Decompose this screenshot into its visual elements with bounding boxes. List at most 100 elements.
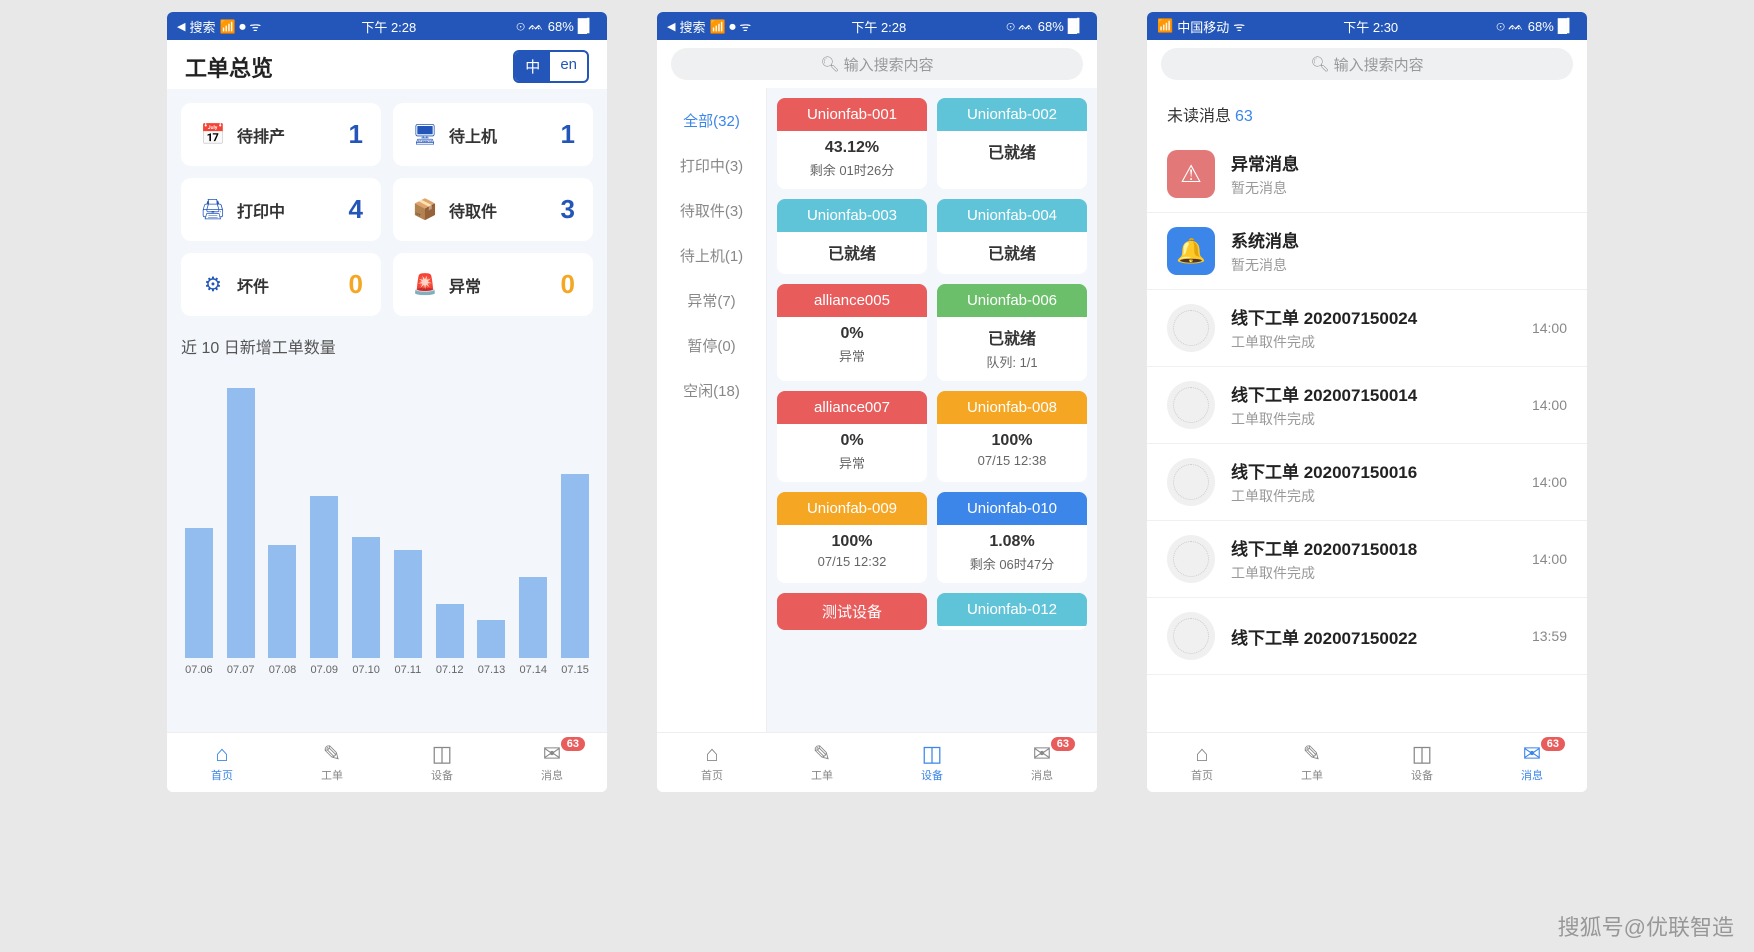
- device-name: Unionfab-002: [937, 98, 1087, 131]
- message-row[interactable]: 线下工单 202007150024 工单取件完成 14:00: [1147, 290, 1587, 367]
- bar: [436, 604, 464, 658]
- tab-工单[interactable]: ✎ 工单: [767, 733, 877, 792]
- filter-item[interactable]: 暂停(0): [657, 323, 766, 368]
- message-row[interactable]: 线下工单 202007150014 工单取件完成 14:00: [1147, 367, 1587, 444]
- stat-icon: 📅: [199, 121, 227, 149]
- lang-zh[interactable]: 中: [515, 52, 550, 81]
- device-sub: 剩余 06时47分: [941, 554, 1083, 573]
- tab-工单[interactable]: ✎ 工单: [277, 733, 387, 792]
- device-name: Unionfab-010: [937, 492, 1087, 525]
- stat-label: 坏件: [237, 273, 269, 297]
- device-card[interactable]: Unionfab-001 43.12%剩余 01时26分: [777, 98, 927, 189]
- filter-item[interactable]: 异常(7): [657, 278, 766, 323]
- lang-en[interactable]: en: [550, 52, 587, 81]
- filter-item[interactable]: 待取件(3): [657, 188, 766, 233]
- avatar-icon: [1167, 304, 1215, 352]
- filter-item[interactable]: 空闲(18): [657, 368, 766, 413]
- stat-icon: 🖨: [199, 196, 227, 224]
- wifi-icon: ᯤ: [1233, 17, 1245, 35]
- device-name: Unionfab-001: [777, 98, 927, 131]
- stat-label: 打印中: [237, 198, 285, 222]
- avatar-icon: [1167, 458, 1215, 506]
- device-status: 100%: [781, 533, 923, 551]
- avatar-icon: [1167, 381, 1215, 429]
- search-input[interactable]: 🔍︎ 输入搜索内容: [1161, 48, 1573, 80]
- tab-icon: ◫: [1412, 743, 1433, 765]
- device-card[interactable]: Unionfab-010 1.08%剩余 06时47分: [937, 492, 1087, 583]
- tab-设备[interactable]: ◫ 设备: [387, 733, 497, 792]
- tab-首页[interactable]: ⌂ 首页: [657, 733, 767, 792]
- tab-icon: ⌂: [1195, 743, 1208, 765]
- tabbar: ⌂ 首页 ✎ 工单 ◫ 设备 63 ✉ 消息: [167, 732, 607, 792]
- device-card[interactable]: Unionfab-002 已就绪: [937, 98, 1087, 189]
- stat-icon: 🚨: [411, 271, 439, 299]
- avatar-icon: [1167, 535, 1215, 583]
- stat-card[interactable]: 🚨异常 0: [393, 253, 593, 316]
- message-sub: 工单取件完成: [1231, 332, 1516, 352]
- stat-label: 待上机: [449, 123, 497, 147]
- device-card[interactable]: alliance005 0%异常: [777, 284, 927, 381]
- tab-label: 消息: [1031, 767, 1053, 783]
- stat-card[interactable]: 🖨打印中 4: [181, 178, 381, 241]
- tab-消息[interactable]: 63 ✉ 消息: [987, 733, 1097, 792]
- filter-item[interactable]: 全部(32): [657, 98, 766, 143]
- tab-消息[interactable]: 63 ✉ 消息: [497, 733, 607, 792]
- device-grid: Unionfab-001 43.12%剩余 01时26分 Unionfab-00…: [767, 88, 1097, 732]
- stat-card[interactable]: ⚙坏件 0: [181, 253, 381, 316]
- tab-设备[interactable]: ◫ 设备: [1367, 733, 1477, 792]
- stat-icon: 🖥: [411, 121, 439, 149]
- stat-value: 0: [349, 269, 363, 300]
- message-row[interactable]: 线下工单 202007150018 工单取件完成 14:00: [1147, 521, 1587, 598]
- stat-value: 1: [349, 119, 363, 150]
- device-card[interactable]: Unionfab-006 已就绪队列: 1/1: [937, 284, 1087, 381]
- bar-label: 07.07: [227, 664, 255, 676]
- stat-card[interactable]: 🖥待上机 1: [393, 103, 593, 166]
- device-card[interactable]: 测试设备: [777, 593, 927, 630]
- tab-首页[interactable]: ⌂ 首页: [1147, 733, 1257, 792]
- device-card[interactable]: Unionfab-012: [937, 593, 1087, 630]
- tab-icon: ✎: [323, 743, 341, 765]
- message-title: 线下工单 202007150022: [1231, 624, 1516, 649]
- stat-card[interactable]: 📅待排产 1: [181, 103, 381, 166]
- device-sub: 异常: [781, 346, 923, 365]
- bar-wrap: 07.15: [557, 474, 593, 676]
- tab-消息[interactable]: 63 ✉ 消息: [1477, 733, 1587, 792]
- device-status: 已就绪: [781, 240, 923, 264]
- bar-wrap: 07.13: [474, 620, 510, 676]
- message-row[interactable]: 线下工单 202007150022 13:59: [1147, 598, 1587, 675]
- tab-工单[interactable]: ✎ 工单: [1257, 733, 1367, 792]
- device-name: Unionfab-009: [777, 492, 927, 525]
- stat-value: 3: [561, 194, 575, 225]
- message-title: 线下工单 202007150014: [1231, 381, 1516, 406]
- tab-label: 首页: [211, 767, 233, 783]
- filter-item[interactable]: 待上机(1): [657, 233, 766, 278]
- signal-icon: 📶 ⏺ ᯤ: [709, 17, 751, 35]
- tab-设备[interactable]: ◫ 设备: [877, 733, 987, 792]
- battery-icon: █▎: [578, 18, 597, 34]
- language-toggle[interactable]: 中 en: [513, 50, 589, 83]
- device-card[interactable]: Unionfab-003 已就绪: [777, 199, 927, 274]
- device-card[interactable]: alliance007 0%异常: [777, 391, 927, 482]
- back-icon[interactable]: ◀: [177, 20, 185, 33]
- bar-label: 07.11: [395, 664, 422, 676]
- system-messages-row[interactable]: 🔔 系统消息 暂无消息: [1147, 213, 1587, 290]
- device-status: 0%: [781, 432, 923, 450]
- device-card[interactable]: Unionfab-004 已就绪: [937, 199, 1087, 274]
- message-row[interactable]: 线下工单 202007150016 工单取件完成 14:00: [1147, 444, 1587, 521]
- stat-card[interactable]: 📦待取件 3: [393, 178, 593, 241]
- tab-首页[interactable]: ⌂ 首页: [167, 733, 277, 792]
- alert-messages-row[interactable]: ⚠ 异常消息 暂无消息: [1147, 136, 1587, 213]
- device-card[interactable]: Unionfab-009 100%07/15 12:32: [777, 492, 927, 583]
- filter-sidebar: 全部(32)打印中(3)待取件(3)待上机(1)异常(7)暂停(0)空闲(18): [657, 88, 767, 732]
- tab-badge: 63: [1051, 737, 1075, 751]
- message-time: 14:00: [1532, 397, 1567, 413]
- bar-wrap: 07.14: [515, 577, 551, 676]
- unread-header: 未读消息63: [1147, 88, 1587, 136]
- device-card[interactable]: Unionfab-008 100%07/15 12:38: [937, 391, 1087, 482]
- search-input[interactable]: 🔍︎ 输入搜索内容: [671, 48, 1083, 80]
- bell-icon: 🔔: [1167, 227, 1215, 275]
- bar-wrap: 07.12: [432, 604, 468, 676]
- tab-label: 工单: [1301, 767, 1323, 783]
- back-icon[interactable]: ◀: [667, 20, 675, 33]
- filter-item[interactable]: 打印中(3): [657, 143, 766, 188]
